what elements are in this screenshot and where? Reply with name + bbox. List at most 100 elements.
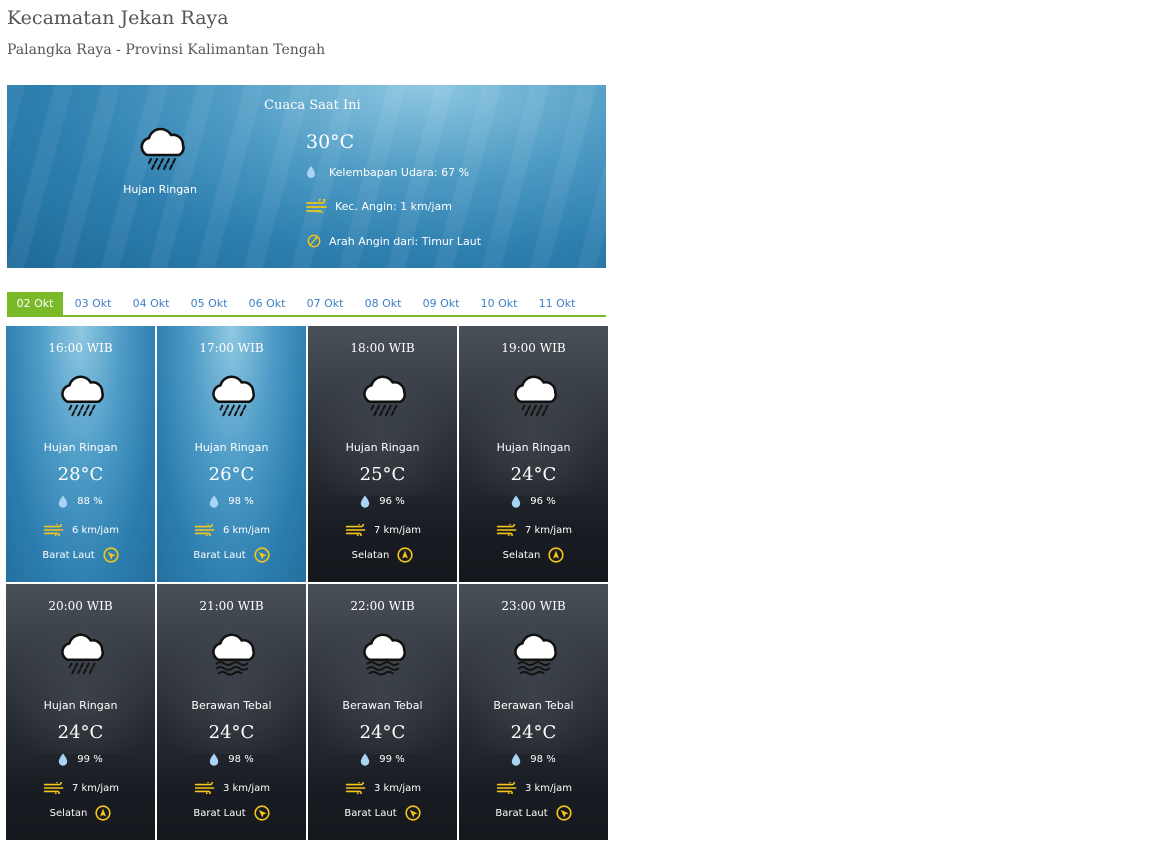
tab-08-okt[interactable]: 08 Okt	[355, 292, 411, 315]
forecast-temperature: 26°C	[208, 464, 255, 485]
forecast-wind-speed: 7 km/jam	[71, 782, 120, 794]
forecast-time: 16:00 WIB	[48, 341, 113, 355]
forecast-direction-row: Selatan	[6, 805, 155, 821]
humidity-drop-icon	[59, 753, 68, 766]
forecast-condition: Hujan Ringan	[345, 441, 420, 454]
forecast-humidity-row: 96 %	[459, 495, 608, 508]
forecast-time: 23:00 WIB	[501, 599, 566, 613]
forecast-time: 21:00 WIB	[199, 599, 264, 613]
forecast-temperature: 24°C	[510, 464, 557, 485]
forecast-wind-speed: 3 km/jam	[373, 782, 422, 794]
forecast-condition: Hujan Ringan	[496, 441, 571, 454]
rain-cloud-icon	[212, 375, 255, 417]
forecast-time: 17:00 WIB	[199, 341, 264, 355]
current-wind-speed: Kec. Angin: 1 km/jam	[335, 199, 452, 213]
forecast-humidity-row: 96 %	[308, 495, 457, 508]
current-wind-direction-row: Arah Angin dari: Timur Laut	[306, 234, 481, 248]
current-weather-panel: Cuaca Saat Ini Hujan Ringan 30°C Kelemba…	[7, 85, 606, 268]
forecast-wind-direction: Barat Laut	[42, 549, 95, 561]
forecast-direction-row: Selatan	[459, 547, 608, 563]
tab-02-okt[interactable]: 02 Okt	[7, 292, 63, 315]
rain-cloud-icon	[61, 633, 104, 675]
current-weather-heading: Cuaca Saat Ini	[264, 98, 361, 113]
forecast-wind-row: 7 km/jam	[308, 524, 457, 536]
forecast-card: 20:00 WIB Hujan Ringan 24°C 99 % 7 km/jam Sel…	[6, 584, 155, 840]
forecast-direction-row: Barat Laut	[308, 805, 457, 821]
fog-cloud-icon	[212, 633, 255, 676]
wind-icon	[194, 524, 215, 536]
tab-06-okt[interactable]: 06 Okt	[239, 292, 295, 315]
wind-direction-icon	[95, 805, 111, 821]
forecast-humidity: 96 %	[379, 496, 405, 507]
forecast-wind-row: 6 km/jam	[6, 524, 155, 536]
tab-04-okt[interactable]: 04 Okt	[123, 292, 179, 315]
forecast-condition: Hujan Ringan	[194, 441, 269, 454]
forecast-humidity: 88 %	[77, 496, 103, 507]
location-subtitle: Palangka Raya - Provinsi Kalimantan Teng…	[7, 42, 326, 58]
forecast-wind-row: 7 km/jam	[6, 782, 155, 794]
forecast-wind-row: 3 km/jam	[459, 782, 608, 794]
forecast-card: 21:00 WIB Berawan Tebal 24°C 98 % 3 km/jam Ba…	[157, 584, 306, 840]
forecast-wind-speed: 3 km/jam	[524, 782, 573, 794]
forecast-condition: Berawan Tebal	[493, 699, 574, 712]
current-temperature: 30°C	[306, 131, 355, 153]
wind-icon	[306, 199, 327, 213]
forecast-humidity: 99 %	[379, 754, 405, 765]
tab-05-okt[interactable]: 05 Okt	[181, 292, 237, 315]
wind-icon	[43, 524, 64, 536]
humidity-drop-icon	[59, 495, 68, 508]
forecast-wind-row: 3 km/jam	[157, 782, 306, 794]
rain-cloud-icon	[140, 127, 185, 170]
humidity-drop-icon	[512, 753, 521, 766]
forecast-direction-row: Barat Laut	[459, 805, 608, 821]
humidity-drop-icon	[210, 495, 219, 508]
tab-07-okt[interactable]: 07 Okt	[297, 292, 353, 315]
forecast-humidity: 96 %	[530, 496, 556, 507]
forecast-time: 22:00 WIB	[350, 599, 415, 613]
current-condition: Hujan Ringan	[123, 183, 197, 196]
wind-icon	[496, 782, 517, 794]
forecast-card: 19:00 WIB Hujan Ringan 24°C 96 % 7 km/jam Sel…	[459, 326, 608, 582]
tab-09-okt[interactable]: 09 Okt	[413, 292, 469, 315]
forecast-card: 22:00 WIB Berawan Tebal 24°C 99 % 3 km/jam Ba…	[308, 584, 457, 840]
tab-11-okt[interactable]: 11 Okt	[529, 292, 585, 315]
humidity-drop-icon	[361, 495, 370, 508]
tab-03-okt[interactable]: 03 Okt	[65, 292, 121, 315]
forecast-card: 23:00 WIB Berawan Tebal 24°C 98 % 3 km/jam Ba…	[459, 584, 608, 840]
forecast-wind-direction: Selatan	[49, 807, 88, 819]
wind-icon	[345, 524, 366, 536]
humidity-drop-icon	[361, 753, 370, 766]
forecast-condition: Hujan Ringan	[43, 441, 118, 454]
current-wind-direction: Arah Angin dari: Timur Laut	[329, 234, 482, 248]
forecast-wind-direction: Barat Laut	[193, 549, 246, 561]
forecast-condition: Berawan Tebal	[191, 699, 272, 712]
forecast-humidity-row: 99 %	[6, 753, 155, 766]
wind-direction-icon	[254, 547, 270, 563]
wind-direction-icon	[103, 547, 119, 563]
forecast-wind-row: 7 km/jam	[459, 524, 608, 536]
current-wind-row: Kec. Angin: 1 km/jam	[306, 199, 452, 213]
tab-10-okt[interactable]: 10 Okt	[471, 292, 527, 315]
current-humidity: Kelembapan Udara: 67 %	[329, 165, 470, 179]
forecast-card: 17:00 WIB Hujan Ringan 26°C 98 % 6 km/jam Bar…	[157, 326, 306, 582]
forecast-wind-direction: Barat Laut	[495, 807, 548, 819]
forecast-time: 19:00 WIB	[501, 341, 566, 355]
wind-direction-icon	[254, 805, 270, 821]
forecast-wind-speed: 7 km/jam	[524, 524, 573, 536]
forecast-temperature: 24°C	[359, 722, 406, 743]
forecast-humidity-row: 99 %	[308, 753, 457, 766]
wind-icon	[194, 782, 215, 794]
forecast-humidity: 98 %	[228, 754, 254, 765]
forecast-direction-row: Barat Laut	[157, 547, 306, 563]
forecast-wind-row: 6 km/jam	[157, 524, 306, 536]
fog-cloud-icon	[363, 633, 406, 676]
rain-cloud-icon	[514, 375, 557, 417]
forecast-direction-row: Barat Laut	[6, 547, 155, 563]
forecast-wind-row: 3 km/jam	[308, 782, 457, 794]
forecast-temperature: 24°C	[57, 722, 104, 743]
forecast-direction-row: Selatan	[308, 547, 457, 563]
wind-icon	[345, 782, 366, 794]
forecast-time: 20:00 WIB	[48, 599, 113, 613]
forecast-card: 16:00 WIB Hujan Ringan 28°C 88 % 6 km/jam Bar…	[6, 326, 155, 582]
forecast-temperature: 24°C	[208, 722, 255, 743]
